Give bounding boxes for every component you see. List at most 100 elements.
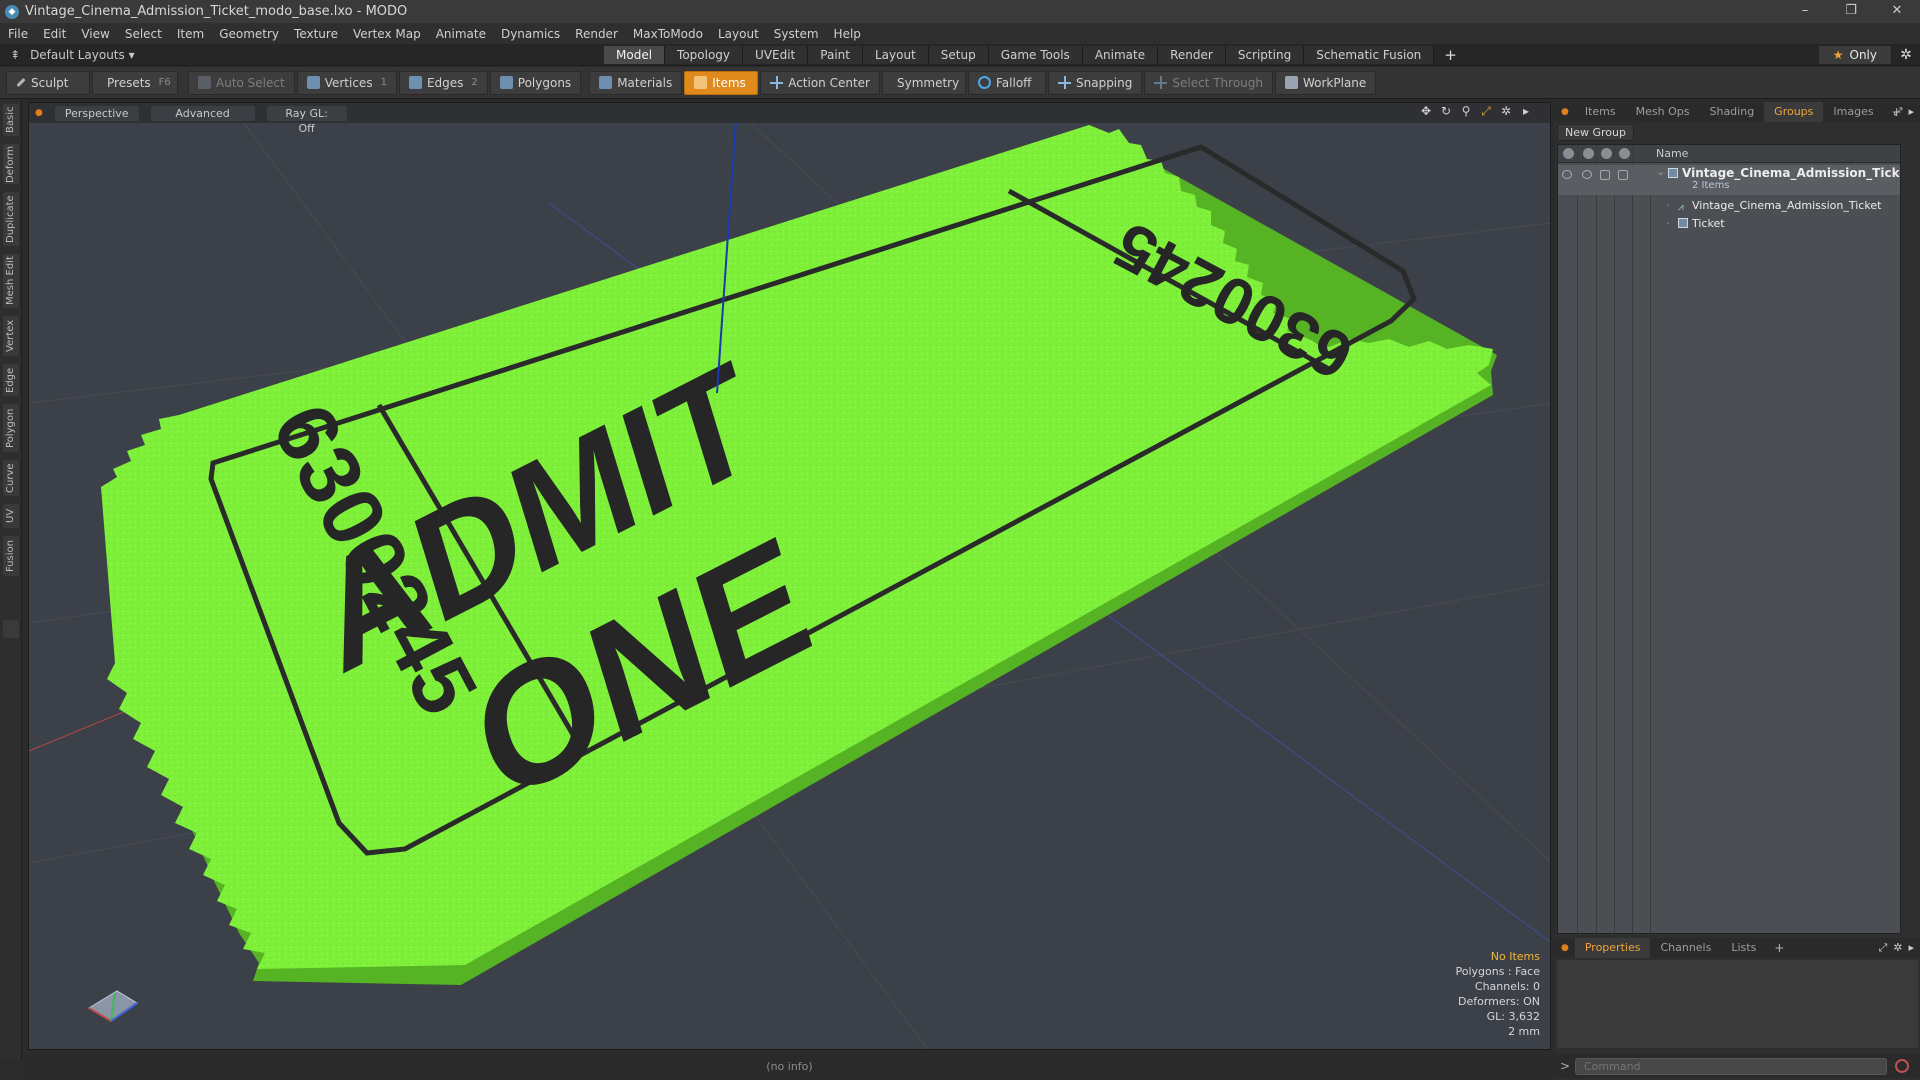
menu-edit[interactable]: Edit — [43, 27, 66, 41]
edges-button[interactable]: Edges 2 — [398, 70, 488, 95]
tab-model[interactable]: Model — [604, 46, 666, 64]
tab-items[interactable]: Items — [1575, 102, 1626, 122]
pan-icon[interactable]: ✥ — [1420, 105, 1432, 117]
tab-shading[interactable]: Shading — [1699, 102, 1764, 122]
materials-button[interactable]: Materials — [589, 70, 683, 95]
select-column-icon[interactable] — [1619, 148, 1630, 159]
command-input[interactable] — [1575, 1057, 1887, 1075]
tab-uvedit[interactable]: UVEdit — [743, 46, 809, 64]
menu-maxtomodo[interactable]: MaxToModo — [633, 27, 703, 41]
menu-system[interactable]: System — [774, 27, 819, 41]
visibility-eye-icon[interactable] — [1562, 170, 1572, 179]
menu-geometry[interactable]: Geometry — [219, 27, 279, 41]
vertices-button[interactable]: Vertices 1 — [296, 70, 397, 95]
menu-select[interactable]: Select — [125, 27, 162, 41]
properties-arrow-icon[interactable]: ▸ — [1908, 941, 1914, 955]
panel-popout-icon[interactable]: ⤢ — [1894, 105, 1903, 119]
zoom-icon[interactable]: ⚲ — [1460, 105, 1472, 117]
view-mode-button[interactable]: Perspective — [54, 105, 139, 121]
viewport-scene[interactable]: ADMIT ONE 6300245 6300245 — [29, 103, 1551, 1050]
group-row[interactable]: ⌄ Vintage_Cinema_Admission_Ticket 2 Item… — [1558, 163, 1900, 195]
viewport-menu-icon[interactable]: ● — [35, 108, 43, 118]
symmetry-button[interactable]: Symmetry — [882, 70, 966, 95]
tab-schematic-fusion[interactable]: Schematic Fusion — [1304, 46, 1435, 64]
tab-topology[interactable]: Topology — [665, 46, 744, 64]
tab-groups[interactable]: Groups — [1764, 102, 1824, 122]
tree-row-mesh[interactable]: · ⩘ Vintage_Cinema_Admission_Ticket — [1558, 197, 1900, 215]
viewport-settings-icon[interactable]: ✲ — [1500, 105, 1512, 117]
tab-fusion[interactable]: Fusion — [3, 536, 19, 576]
gear-icon[interactable]: ✲ — [1892, 47, 1920, 63]
rotate-icon[interactable]: ↻ — [1440, 105, 1452, 117]
tab-scripting[interactable]: Scripting — [1225, 46, 1305, 64]
minimize-button[interactable]: – — [1782, 0, 1828, 23]
properties-gear-icon[interactable]: ✲ — [1893, 941, 1902, 955]
layouts-dropdown[interactable]: Default Layouts ▾ — [30, 48, 135, 62]
fit-icon[interactable]: ⤢ — [1480, 105, 1492, 117]
tab-paint[interactable]: Paint — [808, 46, 863, 64]
menu-animate[interactable]: Animate — [436, 27, 486, 41]
tab-edge[interactable]: Edge — [3, 364, 19, 396]
tab-game-tools[interactable]: Game Tools — [988, 46, 1083, 64]
select-through-button[interactable]: Select Through — [1144, 70, 1273, 95]
properties-menu-icon[interactable]: ● — [1555, 943, 1575, 953]
viewport-expand-icon[interactable]: ▸ — [1520, 105, 1532, 117]
sculpt-button[interactable]: Sculpt — [6, 70, 90, 95]
menu-file[interactable]: File — [8, 27, 28, 41]
tab-uv[interactable]: UV — [3, 504, 19, 528]
tab-deform[interactable]: Deform — [3, 144, 19, 184]
menu-dynamics[interactable]: Dynamics — [501, 27, 560, 41]
render-toggle-icon[interactable] — [1582, 170, 1592, 179]
menu-help[interactable]: Help — [834, 27, 861, 41]
tab-lists[interactable]: Lists — [1721, 938, 1766, 958]
items-button[interactable]: Items — [684, 70, 759, 95]
workplane-button[interactable]: WorkPlane — [1274, 70, 1377, 95]
menu-item[interactable]: Item — [177, 27, 204, 41]
polygons-button[interactable]: Polygons — [489, 70, 582, 95]
tab-duplicate[interactable]: Duplicate — [3, 192, 19, 246]
panel-menu-icon[interactable]: ● — [1555, 107, 1575, 117]
snapping-button[interactable]: Snapping — [1048, 70, 1143, 95]
visibility-column-icon[interactable] — [1563, 148, 1574, 159]
shading-mode-button[interactable]: Advanced — [150, 105, 255, 121]
tab-images[interactable]: Images — [1823, 102, 1883, 122]
render-column-icon[interactable] — [1583, 148, 1594, 159]
close-button[interactable]: ✕ — [1874, 0, 1920, 23]
tree-row-ticket[interactable]: · Ticket — [1558, 215, 1900, 233]
panel-menu-arrow-icon[interactable]: ▸ — [1908, 105, 1914, 119]
select-checkbox[interactable] — [1618, 170, 1628, 180]
raygl-button[interactable]: Ray GL: Off — [266, 105, 347, 135]
auto-select-button[interactable]: Auto Select — [188, 70, 295, 95]
falloff-button[interactable]: Falloff — [968, 70, 1046, 95]
3d-viewport[interactable]: ADMIT ONE 6300245 6300245 ● Perspective … — [28, 102, 1551, 1050]
add-properties-tab-button[interactable]: + — [1766, 941, 1792, 955]
tab-curve[interactable]: Curve — [3, 460, 19, 496]
presets-button[interactable]: Presets F6 — [92, 70, 178, 95]
menu-render[interactable]: Render — [575, 27, 618, 41]
menu-vertex-map[interactable]: Vertex Map — [353, 27, 421, 41]
lock-column-icon[interactable] — [1601, 148, 1612, 159]
tab-setup[interactable]: Setup — [928, 46, 989, 64]
tab-channels[interactable]: Channels — [1650, 938, 1721, 958]
stop-command-icon[interactable] — [1895, 1059, 1909, 1073]
only-toggle-button[interactable]: ★ Only — [1817, 45, 1892, 65]
menu-layout[interactable]: Layout — [718, 27, 759, 41]
maximize-button[interactable]: ❐ — [1828, 0, 1874, 23]
lock-checkbox[interactable] — [1600, 170, 1610, 180]
menu-texture[interactable]: Texture — [294, 27, 338, 41]
tab-render[interactable]: Render — [1158, 46, 1226, 64]
column-name[interactable]: Name — [1656, 145, 1688, 163]
layouts-selector[interactable]: ⇞ Default Layouts ▾ — [10, 48, 135, 62]
tab-mesh-edit[interactable]: Mesh Edit — [3, 254, 19, 308]
properties-popout-icon[interactable]: ⤢ — [1878, 941, 1887, 955]
tab-properties[interactable]: Properties — [1574, 938, 1651, 958]
new-group-button[interactable]: New Group — [1557, 124, 1634, 141]
tab-basic[interactable]: Basic — [3, 104, 19, 136]
tab-expand-button[interactable] — [3, 620, 19, 638]
collapse-arrow-icon[interactable]: ⌄ — [1656, 163, 1665, 181]
tab-animate[interactable]: Animate — [1082, 46, 1159, 64]
tab-layout[interactable]: Layout — [862, 46, 929, 64]
tab-mesh-ops[interactable]: Mesh Ops — [1626, 102, 1700, 122]
action-center-button[interactable]: Action Center — [760, 70, 880, 95]
add-layout-tab-button[interactable]: + — [1434, 46, 1467, 64]
